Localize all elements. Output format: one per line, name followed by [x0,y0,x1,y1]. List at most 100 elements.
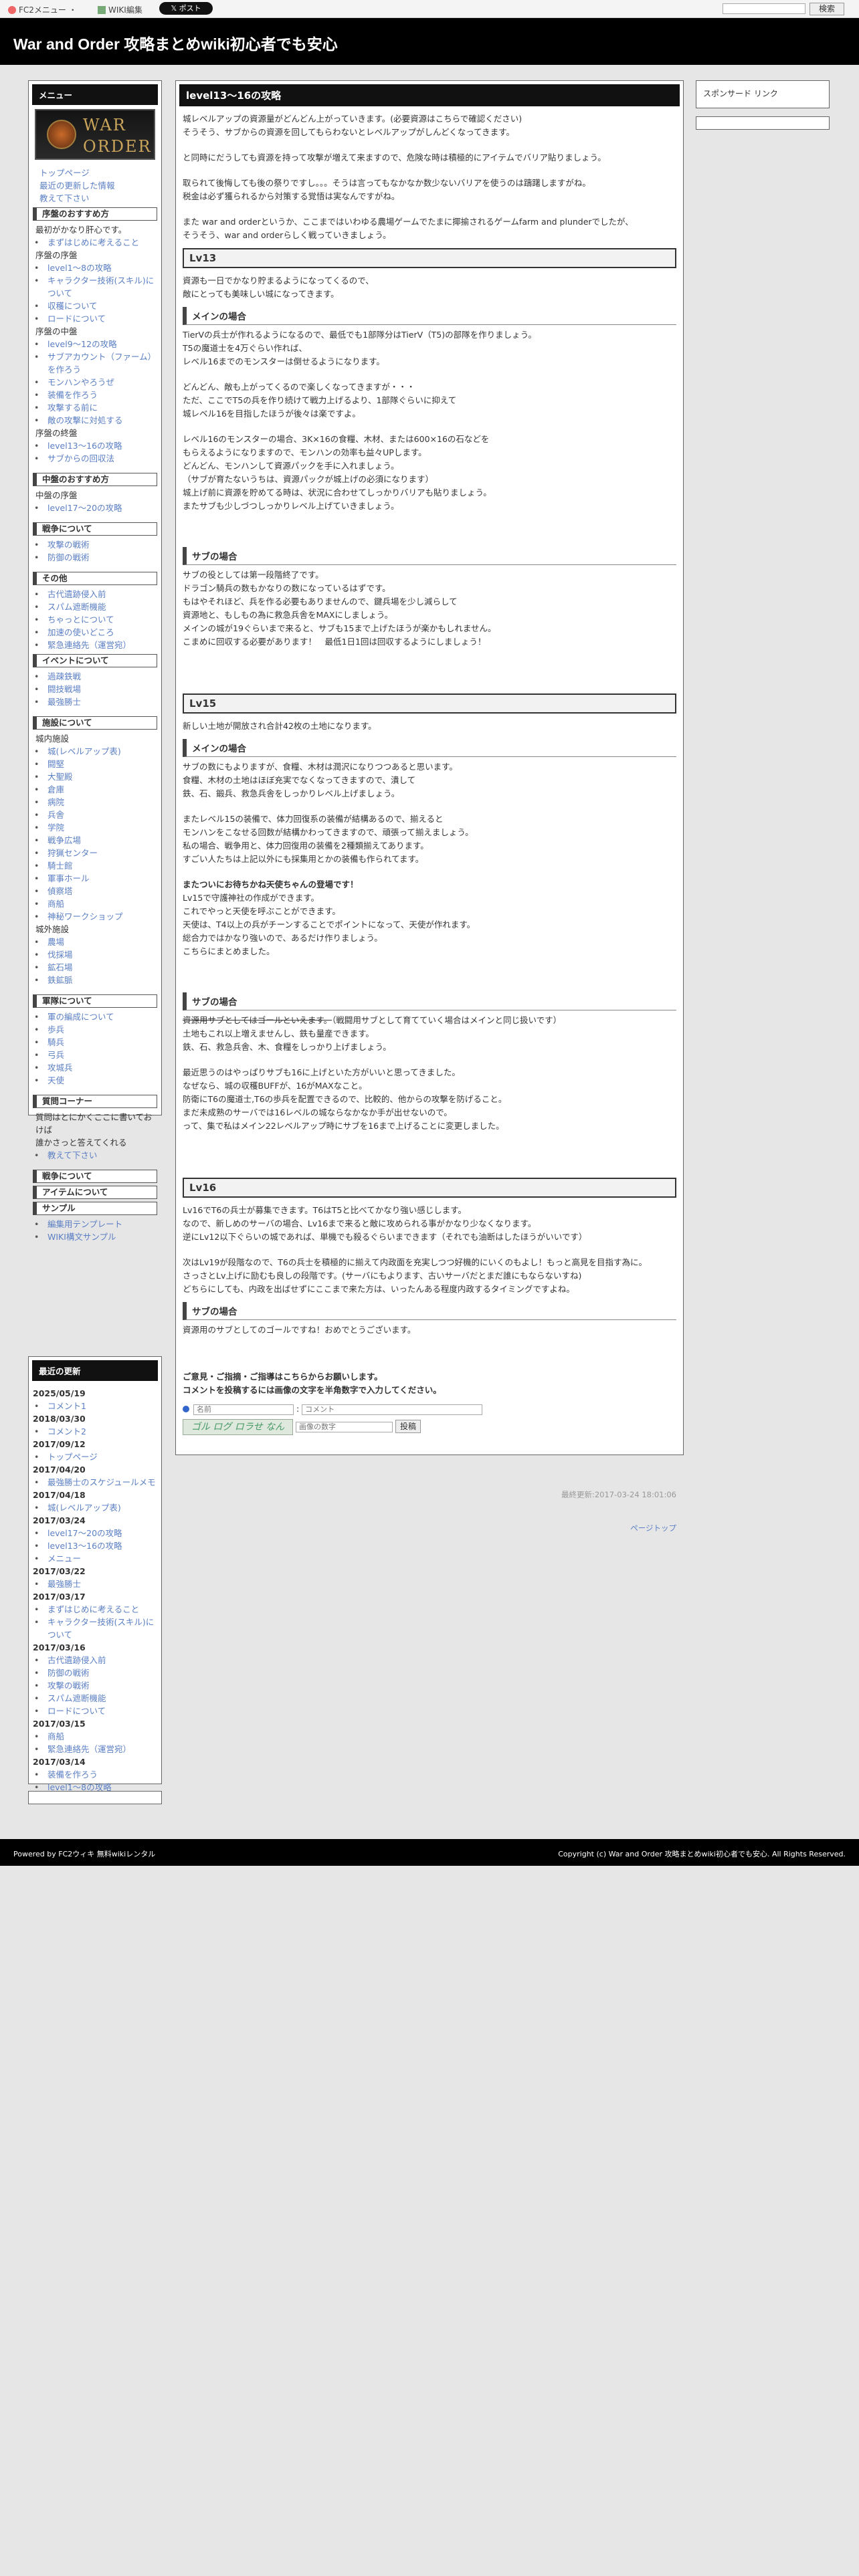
menu-item-link[interactable]: level17～20の攻略 [47,503,122,513]
menu-item[interactable]: 病院 [33,796,157,809]
recent-item-link[interactable]: 防御の戦術 [47,1668,90,1678]
menu-item-link[interactable]: 兵舎 [47,810,64,820]
x-post-button[interactable]: 𝕏 ポスト [159,2,213,15]
recent-item-link[interactable]: ロードについて [47,1706,106,1716]
menu-item-link[interactable]: 攻城兵 [47,1063,73,1073]
menu-item-link[interactable]: 最近の更新した情報 [39,181,115,191]
fc2-menu-link[interactable]: FC2メニュー ・ [8,4,77,15]
menu-item-link[interactable]: 最強勝士 [47,697,81,707]
search-input[interactable] [723,3,805,14]
menu-item-link[interactable]: 敵の攻撃に対処する [47,415,123,425]
menu-item[interactable]: level13～16の攻略 [33,439,157,452]
menu-item-link[interactable]: 農場 [47,937,64,947]
recent-item[interactable]: 装備を作ろう [33,1768,157,1781]
recent-item[interactable]: まずはじめに考えること [33,1603,157,1616]
recent-item-link[interactable]: メニュー [47,1553,81,1564]
menu-item[interactable]: ロードについて [33,312,157,325]
menu-item-link[interactable]: 伐採場 [47,950,73,960]
menu-item[interactable]: 加速の使いどころ [33,626,157,639]
menu-item-link[interactable]: level13～16の攻略 [47,441,122,451]
game-logo[interactable]: WAR ORDER [35,109,155,160]
menu-item[interactable]: 農場 [33,936,157,948]
menu-item-link[interactable]: 収穫について [47,301,98,311]
wiki-edit-link[interactable]: WIKI編集 [98,4,142,15]
menu-item[interactable]: 教えて下さい [33,1149,157,1162]
menu-item[interactable]: 闘堅 [33,758,157,770]
menu-item-link[interactable]: 戦争広場 [47,835,81,845]
recent-item-link[interactable]: 緊急連絡先（運営宛） [47,1744,131,1754]
recent-item-link[interactable]: level17～20の攻略 [47,1528,122,1538]
menu-item[interactable]: まずはじめに考えること [33,236,157,249]
menu-item-link[interactable]: level1～8の攻略 [47,263,112,273]
menu-item[interactable]: 闘技戦場 [33,683,157,695]
menu-item-link[interactable]: 倉庫 [47,784,64,794]
menu-item-link[interactable]: 学院 [47,823,64,833]
menu-item-link[interactable]: 軍の編成について [47,1012,114,1022]
menu-item[interactable]: 軍の編成について [33,1010,157,1023]
menu-item-link[interactable]: キャラクター技術(スキル)について [47,276,154,298]
menu-item-link[interactable]: 商船 [47,899,64,909]
menu-item-link[interactable]: トップページ [39,168,90,178]
menu-item[interactable]: トップページ [33,167,157,179]
recent-item-link[interactable]: 古代遺跡侵入前 [47,1655,106,1665]
menu-item[interactable]: 古代遺跡侵入前 [33,588,157,601]
menu-item[interactable]: level1～8の攻略 [33,261,157,274]
menu-item-link[interactable]: 騎兵 [47,1037,64,1047]
menu-item[interactable]: 収穫について [33,300,157,312]
menu-item-link[interactable]: 教えて下さい [47,1150,97,1160]
recent-item[interactable]: キャラクター技術(スキル)について [33,1616,157,1641]
page-top-anchor[interactable]: ページトップ [630,1523,676,1533]
menu-item-link[interactable]: 軍事ホール [47,873,90,883]
captcha-input[interactable] [295,1422,393,1432]
menu-item-link[interactable]: 鉱石場 [47,962,73,972]
menu-item[interactable]: 過疎鉄戦 [33,670,157,683]
menu-item[interactable]: 鉄鉱脈 [33,974,157,986]
recent-item[interactable]: メニュー [33,1552,157,1565]
menu-item[interactable]: ちゃっとについて [33,613,157,626]
menu-item-link[interactable]: 加速の使いどころ [47,627,114,637]
recent-item-link[interactable]: キャラクター技術(スキル)について [47,1617,154,1640]
recent-item[interactable]: level13～16の攻略 [33,1539,157,1552]
menu-item-link[interactable]: 病院 [47,797,64,807]
menu-item[interactable]: 伐採場 [33,948,157,961]
menu-item-link[interactable]: 過疎鉄戦 [47,671,81,681]
recent-item-link[interactable]: 城(レベルアップ表) [47,1503,121,1513]
recent-item[interactable]: 防御の戦術 [33,1667,157,1679]
menu-item[interactable]: 防御の戦術 [33,551,157,564]
submit-button[interactable]: 投稿 [395,1420,421,1433]
name-input[interactable] [193,1404,294,1415]
menu-item-link[interactable]: スパム遮断機能 [47,602,106,612]
menu-item-link[interactable]: 教えて下さい [39,193,89,203]
menu-item[interactable]: モンハンやろうぜ [33,376,157,389]
menu-item[interactable]: 騎兵 [33,1036,157,1049]
menu-item-link[interactable]: ちゃっとについて [47,615,114,625]
menu-item[interactable]: level17～20の攻略 [33,502,157,514]
radio-icon[interactable] [183,1406,189,1412]
menu-item-link[interactable]: 歩兵 [47,1025,64,1035]
menu-item[interactable]: 兵舎 [33,809,157,821]
recent-item[interactable]: level17～20の攻略 [33,1527,157,1539]
menu-item-link[interactable]: 攻撃する前に [47,403,98,413]
site-title[interactable]: War and Order 攻略まとめwiki初心者でも安心 [13,31,338,54]
recent-item-link[interactable]: コメント1 [47,1401,86,1411]
recent-item-link[interactable]: 装備を作ろう [47,1769,98,1780]
recent-item[interactable]: スパム遮断機能 [33,1692,157,1705]
menu-item[interactable]: 天使 [33,1074,157,1087]
menu-item-link[interactable]: 大聖殿 [47,772,73,782]
recent-item[interactable]: 城(レベルアップ表) [33,1501,157,1514]
menu-item[interactable]: 騎士館 [33,859,157,872]
recent-item-link[interactable]: 攻撃の戦術 [47,1681,90,1691]
menu-item-link[interactable]: 神秘ワークショップ [47,911,123,922]
menu-item[interactable]: 最強勝士 [33,695,157,708]
menu-item[interactable]: 編集用テンプレート [33,1218,157,1230]
recent-item[interactable]: 商船 [33,1730,157,1743]
menu-item-link[interactable]: サブアカウント（ファーム）を作ろう [47,352,156,374]
footer-powered[interactable]: Powered by FC2ウィキ 無料wikiレンタル [13,1848,155,1859]
menu-item[interactable]: 攻城兵 [33,1061,157,1074]
menu-item-link[interactable]: 闘技戦場 [47,684,81,694]
menu-item[interactable]: 軍事ホール [33,872,157,885]
menu-item-link[interactable]: 狩猟センター [47,848,98,858]
menu-item[interactable]: 大聖殿 [33,770,157,783]
recent-item[interactable]: 緊急連絡先（運営宛） [33,1743,157,1755]
menu-item-link[interactable]: 古代遺跡侵入前 [47,589,106,599]
